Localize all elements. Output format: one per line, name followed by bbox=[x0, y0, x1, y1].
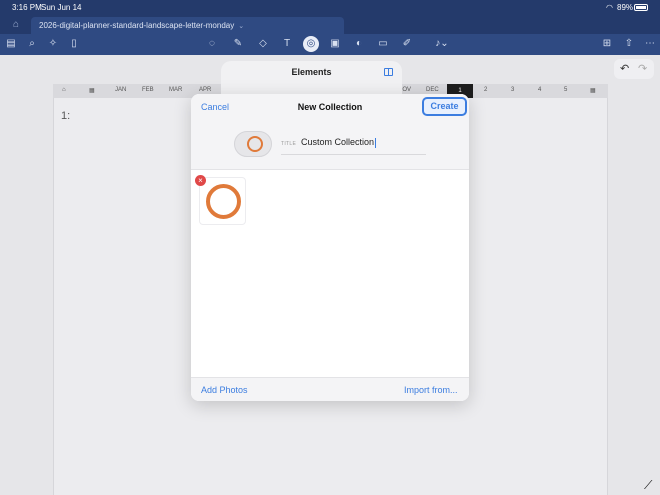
redo-icon[interactable]: ↷ bbox=[638, 62, 647, 75]
add-photos-button[interactable]: Add Photos bbox=[201, 385, 248, 395]
pencil-indicator-icon: ⟋ bbox=[644, 478, 653, 492]
day-3[interactable]: 3 bbox=[511, 87, 514, 93]
undo-redo-group: ↶ ↷ bbox=[614, 59, 654, 79]
shapes-icon[interactable]: ◐ bbox=[352, 37, 366, 51]
split-view-icon[interactable] bbox=[384, 68, 393, 76]
highlighter-icon[interactable]: ✐ bbox=[400, 37, 414, 51]
day-4[interactable]: 4 bbox=[538, 87, 541, 93]
document-tab-title: 2026-digital-planner-standard-landscape-… bbox=[39, 21, 235, 30]
chevron-down-icon[interactable]: ⌄ bbox=[238, 23, 244, 30]
undo-icon[interactable]: ↶ bbox=[620, 62, 629, 75]
new-collection-dialog: Cancel New Collection Create TITLE Custo… bbox=[191, 94, 469, 401]
remove-item-button[interactable]: × bbox=[195, 175, 206, 186]
month-mar[interactable]: MAR bbox=[169, 87, 182, 93]
page-line-label: 1: bbox=[61, 110, 71, 122]
create-button[interactable]: Create bbox=[422, 97, 467, 116]
status-bar: 3:16 PM Sun Jun 14 ◠ 89% bbox=[0, 0, 660, 16]
title-field-label: TITLE bbox=[281, 141, 297, 147]
wifi-icon: ◠ bbox=[606, 3, 613, 12]
month-feb[interactable]: FEB bbox=[142, 87, 154, 93]
share-icon[interactable]: ⇧ bbox=[622, 37, 636, 51]
bookmark-add-icon[interactable]: ✧ bbox=[46, 37, 60, 51]
status-time: 3:16 PM bbox=[12, 3, 42, 12]
collection-items-grid bbox=[191, 171, 469, 377]
day-5[interactable]: 5 bbox=[564, 87, 567, 93]
elements-icon[interactable]: ◎ bbox=[303, 36, 319, 52]
collection-thumbnail[interactable] bbox=[234, 131, 272, 157]
dialog-footer: Add Photos Import from... bbox=[191, 377, 469, 401]
circle-icon bbox=[247, 136, 263, 152]
eraser-icon[interactable]: ◇ bbox=[256, 37, 270, 51]
document-icon[interactable]: ▯ bbox=[67, 37, 81, 51]
import-from-button[interactable]: Import from... bbox=[404, 385, 458, 395]
dialog-header: Cancel New Collection Create TITLE Custo… bbox=[191, 94, 469, 170]
tab-bar: ⌂ 2026-digital-planner-standard-landscap… bbox=[0, 16, 660, 34]
sticky-note-icon[interactable]: ▭ bbox=[376, 37, 390, 51]
month-jan[interactable]: JAN bbox=[115, 87, 126, 93]
calendar-icon[interactable]: ▦ bbox=[89, 87, 95, 94]
sidebar-icon[interactable]: ▤ bbox=[4, 37, 18, 51]
month-apr[interactable]: APR bbox=[199, 87, 211, 93]
elements-panel-title: Elements bbox=[291, 67, 332, 77]
pen-icon[interactable]: ✎ bbox=[231, 37, 245, 51]
text-caret bbox=[375, 137, 377, 148]
search-icon[interactable]: ⌕ bbox=[25, 37, 39, 51]
export-icon[interactable]: ⊞ bbox=[600, 37, 614, 51]
text-icon[interactable]: T bbox=[280, 37, 294, 51]
image-icon[interactable]: ▣ bbox=[328, 37, 342, 51]
collection-item[interactable] bbox=[199, 177, 246, 225]
title-field-underline bbox=[281, 154, 426, 155]
day-2[interactable]: 2 bbox=[484, 87, 487, 93]
more-icon[interactable]: ⋯ bbox=[643, 37, 657, 51]
home-icon[interactable]: ⌂ bbox=[9, 18, 23, 32]
lasso-icon[interactable]: ◌ bbox=[205, 37, 219, 51]
microphone-icon[interactable]: ♪⌄ bbox=[432, 37, 452, 51]
battery-percent: 89% bbox=[617, 3, 634, 12]
battery-icon bbox=[634, 4, 648, 11]
toolbar: ▤ ⌕ ✧ ▯ ◌ ✎ ◇ T ◎ ▣ ◐ ▭ ✐ ♪⌄ ⊞ ⇧ ⋯ bbox=[0, 34, 660, 55]
month-dec[interactable]: DEC bbox=[426, 87, 439, 93]
status-date: Sun Jun 14 bbox=[41, 3, 82, 12]
collection-title-input[interactable]: Custom Collection bbox=[301, 137, 377, 148]
orange-circle-element bbox=[206, 184, 241, 219]
document-tab[interactable]: 2026-digital-planner-standard-landscape-… bbox=[31, 17, 344, 34]
collection-title-value: Custom Collection bbox=[301, 137, 375, 147]
home-tab-icon[interactable]: ⌂ bbox=[62, 87, 66, 93]
grid-view-icon[interactable]: ▦ bbox=[590, 87, 596, 94]
